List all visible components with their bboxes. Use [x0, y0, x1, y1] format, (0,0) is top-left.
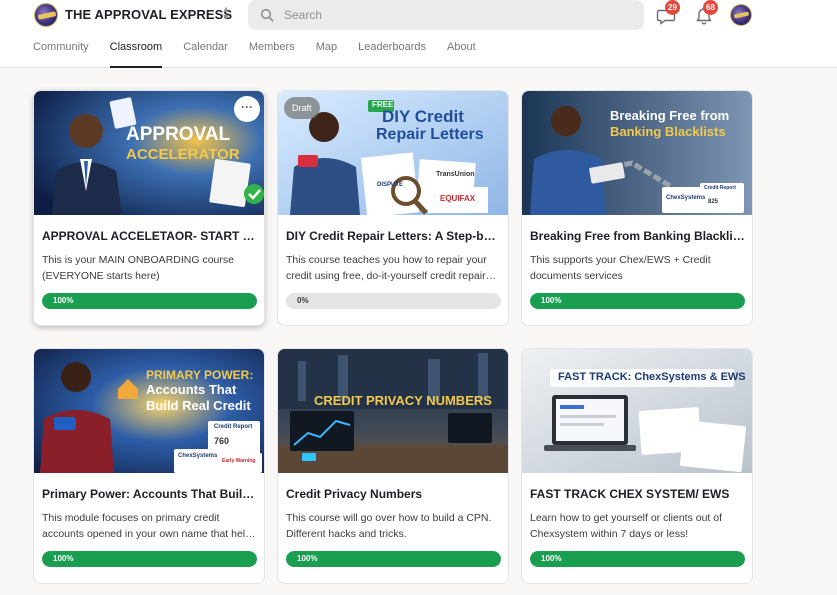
progress-fill: [530, 551, 745, 567]
progress-label: 100%: [53, 554, 74, 563]
course-card[interactable]: PRIMARY POWER: Accounts That Build Real …: [33, 348, 265, 584]
thumbnail-credit-report-label: Credit Report: [214, 424, 253, 430]
thumbnail-headline: APPROVAL: [126, 124, 231, 145]
group-name[interactable]: THE APPROVAL EXPRESS: [65, 7, 232, 22]
course-thumbnail: Breaking Free from Banking Blacklists Ch…: [522, 91, 752, 215]
thumbnail-headline: FAST TRACK: ChexSystems & EWS: [558, 371, 746, 383]
progress-fill: [286, 551, 501, 567]
progress-fill: [42, 293, 257, 309]
tab-map[interactable]: Map: [316, 40, 337, 68]
chat-badge: 29: [665, 0, 680, 15]
progress-label: 0%: [297, 296, 309, 305]
thumbnail-subheadline: Repair Letters: [376, 126, 484, 143]
course-description: This module focuses on primary credit ac…: [42, 512, 251, 540]
tab-members[interactable]: Members: [249, 40, 295, 68]
thumbnail-score: 760: [214, 436, 230, 446]
progress-fill: [530, 293, 745, 309]
tab-about[interactable]: About: [447, 40, 476, 68]
course-card[interactable]: FREE DIY Credit Repair Letters DISPUTE T…: [277, 90, 509, 326]
course-title: APPROVAL ACCELETAOR- START HERE: [42, 229, 258, 243]
tab-calendar[interactable]: Calendar: [183, 40, 228, 68]
thumbnail-headline: CREDIT PRIVACY NUMBERS: [314, 393, 492, 408]
thumbnail-transunion-label: TransUnion: [436, 171, 475, 178]
more-options-icon[interactable]: ···: [234, 96, 260, 122]
nav-tabs: Community Classroom Calendar Members Map…: [33, 40, 476, 68]
tab-leaderboards[interactable]: Leaderboards: [358, 40, 426, 68]
progress-label: 100%: [53, 296, 74, 305]
group-switcher-chevron-icon[interactable]: ▲ ▼: [219, 5, 233, 25]
notification-badge: 68: [703, 0, 718, 15]
search-input[interactable]: [284, 6, 624, 24]
course-thumbnail: FAST TRACK: ChexSystems & EWS: [522, 349, 752, 473]
thumbnail-credit-report-label: Credit Report: [704, 185, 736, 191]
course-card[interactable]: FAST TRACK: ChexSystems & EWS FAST TRACK…: [521, 348, 753, 584]
thumbnail-subheadline: Accounts That: [146, 382, 237, 397]
thumbnail-chexsystems-label: ChexSystems: [178, 453, 218, 459]
course-thumbnail: CREDIT PRIVACY NUMBERS: [278, 349, 508, 473]
thumbnail-subheadline-2: Build Real Credit: [146, 398, 251, 413]
thumbnail-early-warning-label: Early Warning: [222, 458, 256, 464]
progress-label: 100%: [297, 554, 318, 563]
tab-classroom[interactable]: Classroom: [109, 40, 162, 68]
course-progress-bar: 0%: [286, 293, 501, 309]
progress-fill: [42, 551, 257, 567]
thumbnail-score: 825: [708, 199, 719, 205]
course-description: Learn how to get yourself or clients out…: [530, 512, 723, 540]
course-progress-bar: 100%: [530, 293, 745, 309]
course-thumbnail: APPROVAL ACCELERATOR ···: [34, 91, 264, 215]
course-title: Breaking Free from Banking Blacklists: [530, 229, 746, 243]
progress-label: 100%: [541, 296, 562, 305]
progress-label: 100%: [541, 554, 562, 563]
search-icon: [260, 8, 274, 22]
chat-button[interactable]: 29: [656, 0, 680, 26]
course-progress-bar: 100%: [42, 293, 257, 309]
course-description: This is your MAIN ONBOARDING course (EVE…: [42, 254, 234, 282]
thumbnail-headline: DIY Credit: [382, 107, 464, 126]
course-card[interactable]: CREDIT PRIVACY NUMBERS Credit Privacy Nu…: [277, 348, 509, 584]
thumbnail-dispute-label: DISPUTE: [377, 182, 404, 188]
course-progress-bar: 100%: [286, 551, 501, 567]
draft-badge: Draft: [284, 97, 320, 119]
course-progress-bar: 100%: [42, 551, 257, 567]
course-thumbnail: FREE DIY Credit Repair Letters DISPUTE T…: [278, 91, 508, 215]
thumbnail-headline: PRIMARY POWER:: [146, 368, 254, 382]
course-title: Primary Power: Accounts That Build Real …: [42, 487, 258, 501]
course-description: This course will go over how to build a …: [286, 512, 492, 540]
course-title: FAST TRACK CHEX SYSTEM/ EWS: [530, 487, 730, 501]
course-progress-bar: 100%: [530, 551, 745, 567]
top-bar: THE APPROVAL EXPRESS ▲▼ 29 68 Community …: [0, 0, 837, 68]
thumbnail-subheadline: ACCELERATOR: [126, 146, 240, 163]
course-thumbnail: PRIMARY POWER: Accounts That Build Real …: [34, 349, 264, 473]
thumbnail-chexsystems-label: ChexSystems: [666, 195, 706, 201]
notifications-button[interactable]: 68: [694, 0, 718, 26]
search-bar[interactable]: [248, 0, 644, 30]
group-logo[interactable]: [34, 3, 58, 27]
course-card[interactable]: Breaking Free from Banking Blacklists Ch…: [521, 90, 753, 326]
thumbnail-headline: Breaking Free from: [610, 108, 730, 123]
course-title: Credit Privacy Numbers: [286, 487, 423, 501]
thumbnail-subheadline: Banking Blacklists: [610, 124, 726, 139]
course-description: This course teaches you how to repair yo…: [286, 254, 487, 282]
user-avatar[interactable]: [730, 4, 752, 26]
course-title: DIY Credit Repair Letters: A Step-by-Ste…: [286, 229, 502, 243]
course-description: This supports your Chex/EWS + Credit doc…: [530, 254, 711, 282]
tab-community[interactable]: Community: [33, 40, 89, 68]
thumbnail-equifax-label: EQUIFAX: [440, 194, 476, 203]
course-card[interactable]: APPROVAL ACCELERATOR ··· APPROVAL ACCELE…: [33, 90, 265, 326]
